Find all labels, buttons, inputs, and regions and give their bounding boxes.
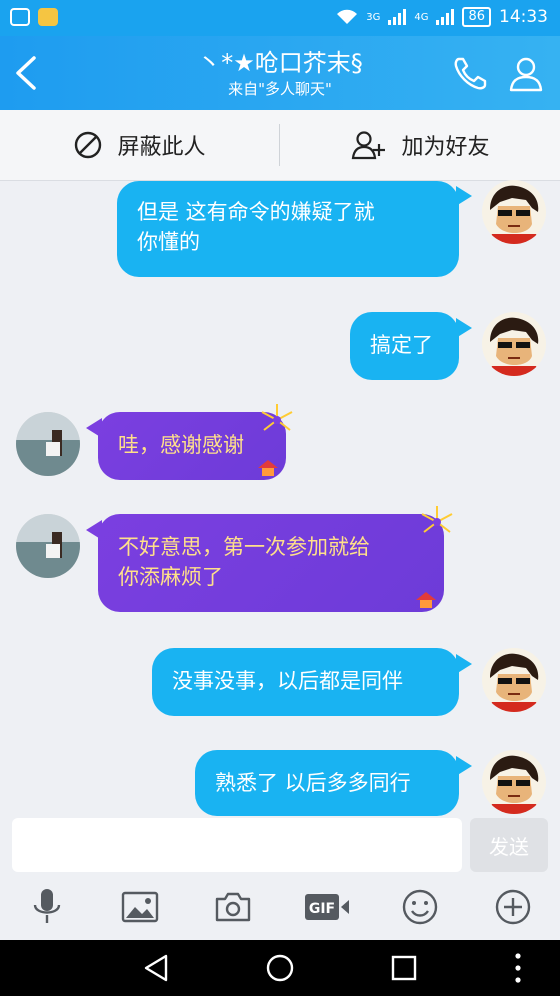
plus-circle-icon [495, 889, 531, 925]
my-avatar[interactable] [482, 648, 546, 712]
bubble-tail [456, 318, 472, 338]
chat-subtitle: 来自"多人聊天" [228, 80, 332, 98]
message-input[interactable] [12, 818, 462, 872]
person-icon [509, 57, 543, 92]
message-text: 你添麻烦了 [118, 565, 223, 589]
cartoon-avatar-image [488, 317, 540, 376]
message-bubble-sent[interactable]: 熟悉了 以后多多同行 [195, 750, 459, 816]
battery-indicator: 86 [462, 7, 491, 27]
firework-decoration-icon [421, 506, 453, 533]
bubble-tail [456, 654, 472, 674]
nav-menu-button[interactable] [498, 950, 538, 986]
divider [279, 124, 280, 166]
image-icon [121, 891, 159, 923]
network-4g-label: 4G [414, 11, 429, 23]
stranger-action-bar: 屏蔽此人 加为好友 [0, 110, 560, 181]
gif-label: GIF [309, 901, 335, 917]
notification-icon [10, 8, 30, 26]
bubble-tail [456, 186, 472, 206]
signal-4g-icon [436, 9, 455, 25]
chat-header: 丶*★呛口芥末§ 来自"多人聊天" [0, 36, 560, 110]
nav-back-button[interactable] [136, 950, 176, 986]
wifi-icon [337, 9, 358, 24]
triangle-back-icon [144, 954, 168, 982]
cartoon-avatar-image [488, 653, 540, 712]
nav-recents-button[interactable] [384, 950, 424, 986]
microphone-icon [33, 889, 61, 923]
my-avatar[interactable] [482, 312, 546, 376]
chevron-left-icon [16, 56, 36, 90]
image-button[interactable] [117, 884, 163, 930]
input-toolbar [0, 878, 560, 940]
clock: 14:33 [499, 7, 548, 27]
back-button[interactable] [8, 50, 48, 96]
call-button[interactable] [450, 54, 490, 94]
profile-button[interactable] [506, 54, 546, 94]
block-user-label: 屏蔽此人 [117, 135, 206, 160]
signal-3g-icon [388, 9, 407, 25]
bubble-tail [456, 756, 472, 776]
message-text: 但是 这有命令的嫌疑了就 [137, 200, 375, 224]
block-icon [75, 131, 102, 159]
gif-icon: GIF [305, 894, 349, 920]
send-button[interactable]: 发送 [470, 818, 548, 872]
voice-button[interactable] [24, 884, 70, 930]
message-text: 熟悉了 以后多多同行 [215, 771, 411, 795]
gif-button[interactable]: GIF [303, 884, 351, 930]
message-bubble-sent[interactable]: 但是 这有命令的嫌疑了就 你懂的 [117, 181, 459, 277]
message-text: 哇，感谢感谢 [118, 433, 244, 457]
network-3g-label: 3G [366, 11, 381, 23]
smiley-icon [402, 889, 438, 925]
mail-notification-icon [38, 8, 58, 26]
message-text: 没事没事，以后都是同伴 [172, 669, 403, 693]
add-person-icon [352, 131, 386, 160]
message-text: 你懂的 [137, 230, 200, 254]
phone-icon [454, 57, 487, 90]
add-friend-button[interactable]: 加为好友 [281, 110, 560, 180]
sender-avatar[interactable] [16, 514, 80, 578]
camera-icon [215, 892, 251, 922]
more-button[interactable] [490, 884, 536, 930]
chat-title: 丶*★呛口芥末§ [197, 49, 363, 77]
my-avatar[interactable] [482, 750, 546, 814]
square-recents-icon [391, 955, 417, 981]
firework-decoration-icon [261, 404, 293, 431]
cartoon-avatar-image [488, 185, 540, 244]
lantern-decoration-icon [416, 592, 436, 608]
sender-avatar[interactable] [16, 412, 80, 476]
add-friend-label: 加为好友 [401, 135, 490, 160]
cartoon-avatar-image [488, 755, 540, 814]
circle-home-icon [266, 954, 294, 982]
message-bubble-sent[interactable]: 没事没事，以后都是同伴 [152, 648, 459, 716]
photo-avatar-image [16, 412, 80, 476]
block-user-button[interactable]: 屏蔽此人 [0, 110, 279, 180]
message-bubble-sent[interactable]: 搞定了 [350, 312, 459, 380]
kebab-menu-icon [515, 953, 521, 983]
message-text: 不好意思，第一次参加就给 [118, 535, 370, 559]
message-text: 搞定了 [370, 333, 433, 357]
message-bubble-received[interactable]: 不好意思，第一次参加就给 你添麻烦了 [98, 514, 444, 612]
camera-button[interactable] [210, 884, 256, 930]
my-avatar[interactable] [482, 180, 546, 244]
lantern-decoration-icon [258, 460, 278, 476]
emoji-button[interactable] [397, 884, 443, 930]
status-bar: 3G 4G 86 14:33 [0, 0, 560, 36]
nav-home-button[interactable] [260, 950, 300, 986]
photo-avatar-image [16, 514, 80, 578]
